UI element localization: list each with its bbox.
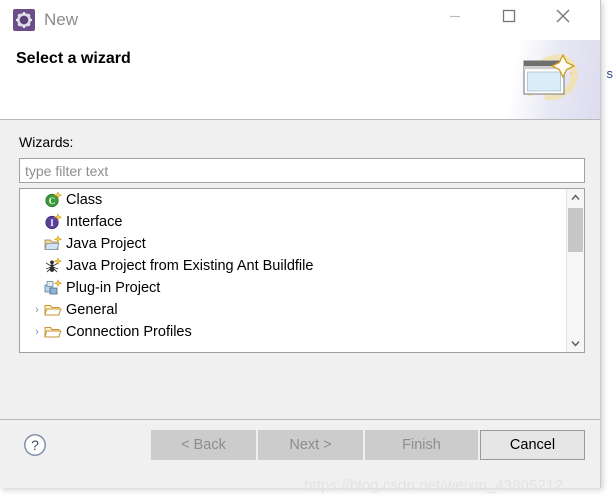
- java-class-icon: C: [44, 191, 63, 209]
- expand-arrow-icon[interactable]: ›: [30, 304, 44, 316]
- dialog-footer: ? < Back Next > Finish Cancel: [0, 420, 600, 488]
- list-item[interactable]: Java Project: [20, 233, 567, 255]
- filter-input[interactable]: [19, 158, 585, 183]
- window-title: New: [44, 10, 79, 29]
- back-button[interactable]: < Back: [151, 430, 256, 460]
- cancel-button[interactable]: Cancel: [480, 430, 585, 460]
- new-wizard-banner-icon: [518, 49, 580, 105]
- list-item[interactable]: C Class: [20, 189, 567, 211]
- wizard-tree-list: C Class I Interface Java Project Java Pr…: [20, 189, 567, 352]
- folder-icon: [44, 323, 62, 341]
- minimize-icon[interactable]: [432, 0, 478, 32]
- list-item[interactable]: › Connection Profiles: [20, 321, 567, 343]
- list-item[interactable]: › General: [20, 299, 567, 321]
- java-interface-icon: I: [44, 213, 63, 231]
- list-item[interactable]: Java Project from Existing Ant Buildfile: [20, 255, 567, 277]
- dialog-header: Select a wizard: [0, 40, 600, 120]
- page-title: Select a wizard: [16, 50, 131, 67]
- title-bar[interactable]: New: [0, 0, 600, 40]
- list-item-label: Java Project: [66, 236, 146, 252]
- list-item[interactable]: I Interface: [20, 211, 567, 233]
- wizard-tree[interactable]: C Class I Interface Java Project Java Pr…: [19, 188, 585, 353]
- expand-arrow-icon[interactable]: ›: [30, 326, 44, 338]
- java-project-icon: [44, 235, 63, 253]
- vertical-scrollbar[interactable]: [566, 189, 584, 352]
- list-item-label: Plug-in Project: [66, 280, 161, 296]
- new-wizard-dialog: New Select a wizard Wizards: type filter…: [0, 0, 601, 488]
- list-item[interactable]: Plug-in Project: [20, 277, 567, 299]
- scroll-up-icon[interactable]: [567, 189, 584, 206]
- close-icon[interactable]: [540, 0, 586, 32]
- svg-text:?: ?: [31, 437, 39, 453]
- finish-button[interactable]: Finish: [365, 430, 478, 460]
- list-item-label: General: [66, 302, 118, 318]
- dialog-body: Wizards: C Class: [0, 120, 600, 420]
- list-item-label: Java Project from Existing Ant Buildfile: [66, 258, 314, 274]
- plugin-project-icon: [44, 279, 63, 297]
- eclipse-gear-icon: [13, 9, 35, 31]
- folder-icon: [44, 301, 62, 319]
- scrollbar-thumb[interactable]: [568, 208, 583, 252]
- svg-text:I: I: [50, 218, 54, 228]
- ant-buildfile-icon: [44, 257, 63, 275]
- background-clipped-text: s: [606, 66, 613, 81]
- help-icon[interactable]: ?: [23, 433, 47, 457]
- wizards-label: Wizards:: [19, 134, 74, 150]
- list-item-label: Class: [66, 192, 103, 208]
- list-item-label: Connection Profiles: [66, 324, 192, 340]
- next-button[interactable]: Next >: [258, 430, 363, 460]
- svg-text:C: C: [49, 196, 56, 206]
- scroll-down-icon[interactable]: [567, 335, 584, 352]
- list-item-label: Interface: [66, 214, 123, 230]
- maximize-icon[interactable]: [486, 0, 532, 32]
